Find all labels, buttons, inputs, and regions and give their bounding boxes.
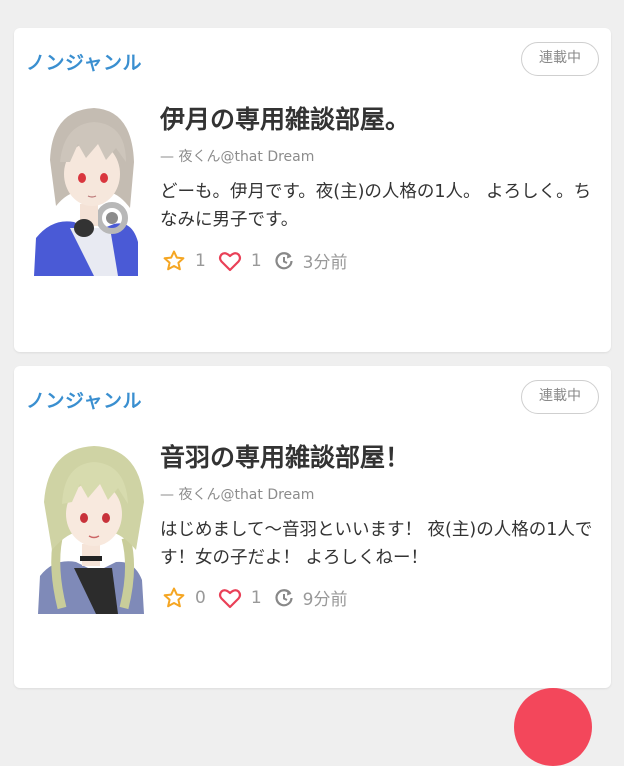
status-badge: 連載中	[521, 42, 599, 76]
like-stat: 1	[218, 587, 262, 609]
genre-label[interactable]: ノンジャンル	[26, 48, 142, 75]
star-count: 0	[195, 587, 206, 608]
floating-action-button[interactable]	[514, 688, 592, 766]
star-icon	[163, 250, 185, 270]
post-stats: 1 1 3分前	[162, 248, 359, 273]
heart-icon	[218, 588, 241, 608]
updated-stat: 9分前	[274, 585, 348, 610]
post-description: はじめまして〜音羽といいます！ 夜(主)の人格の1人です！女の子だよ！ よろしく…	[160, 520, 593, 568]
updated-stat: 3分前	[274, 248, 348, 273]
post-title[interactable]: 伊月の専用雑談部屋。	[160, 100, 410, 136]
author-name[interactable]: — 夜くん@that Dream	[160, 146, 314, 166]
star-stat: 1	[162, 249, 206, 273]
star-stat: 0	[162, 586, 206, 610]
thumbnail-image[interactable]	[34, 438, 158, 614]
author-name[interactable]: — 夜くん@that Dream	[160, 484, 314, 504]
status-badge: 連載中	[521, 380, 599, 414]
like-count: 1	[250, 250, 262, 271]
star-count: 1	[195, 250, 206, 271]
heart-icon	[218, 251, 241, 271]
clock-icon	[275, 588, 293, 606]
genre-label[interactable]: ノンジャンル	[26, 386, 142, 413]
post-stats: 0 1 9分前	[162, 585, 359, 610]
updated-time: 9分前	[302, 590, 348, 610]
like-count: 1	[250, 587, 262, 608]
post-card[interactable]: ノンジャンル 連載中 伊月の専用雑談部屋。 — 夜くん@that Dream ど…	[14, 28, 611, 352]
like-stat: 1	[218, 250, 262, 272]
clock-icon	[275, 251, 293, 269]
post-description: どーも。伊月です。夜(主)の人格の1人。 よろしく。ちなみに男子です。	[160, 182, 592, 230]
post-title[interactable]: 音羽の専用雑談部屋！	[160, 438, 410, 474]
updated-time: 3分前	[302, 253, 348, 273]
star-icon	[163, 587, 185, 607]
post-card[interactable]: ノンジャンル 連載中 音羽の専用雑談部屋！ — 夜くん@that Dream は…	[14, 366, 611, 688]
thumbnail-image[interactable]	[34, 100, 158, 276]
